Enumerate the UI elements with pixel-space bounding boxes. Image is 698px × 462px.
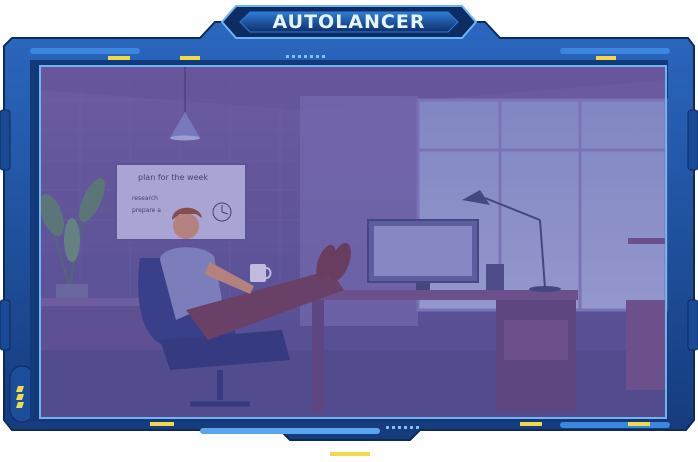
title-badge: AUTOLANCER [220, 5, 478, 39]
stripes-icon [16, 386, 24, 408]
game-title: AUTOLANCER [273, 11, 426, 33]
game-frame: plan for the week research prepare a AUT… [0, 5, 698, 456]
scene-window: plan for the week research prepare a [30, 60, 668, 422]
tint-overlay [40, 66, 666, 418]
